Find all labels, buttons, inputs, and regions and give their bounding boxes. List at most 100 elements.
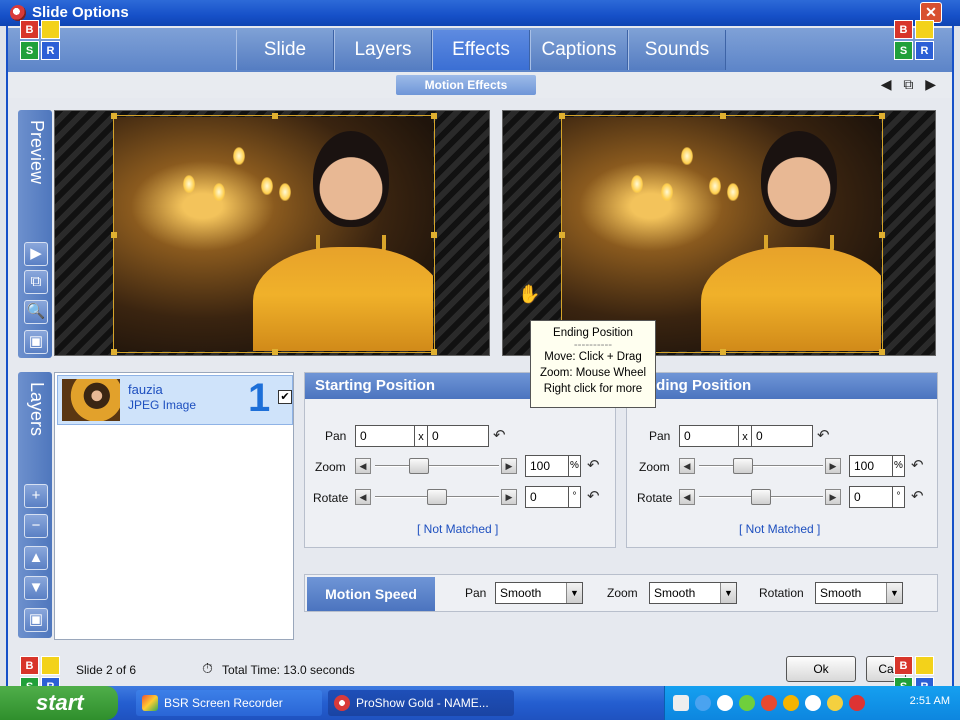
tab-slide[interactable]: Slide	[236, 30, 334, 70]
tab-captions[interactable]: Captions	[530, 30, 628, 70]
tab-sounds[interactable]: Sounds	[628, 30, 726, 70]
pan-y-field[interactable]: 0	[427, 425, 489, 447]
zoom-slider[interactable]	[733, 458, 754, 474]
motion-rotation-label: Rotation	[759, 586, 804, 600]
chevron-down-icon[interactable]: ▼	[886, 583, 902, 603]
add-icon[interactable]: +	[24, 484, 48, 508]
rotate-slider[interactable]	[751, 489, 771, 505]
total-time: Total Time: 13.0 seconds	[222, 663, 355, 677]
zoom-left-arrow[interactable]: ◀	[355, 458, 371, 474]
chevron-down-icon[interactable]: ▼	[566, 583, 582, 603]
bsr-app-icon	[142, 695, 158, 711]
tab-layers[interactable]: Layers	[334, 30, 432, 70]
zoom-label: Zoom	[315, 460, 346, 474]
zoom-field[interactable]: 100	[849, 455, 893, 477]
layer-item[interactable]: fauzia JPEG Image 1 ✔	[57, 375, 293, 425]
layer-edit-icon[interactable]: ▣	[24, 608, 48, 632]
rotate-field[interactable]: 0	[525, 486, 569, 508]
undo-icon[interactable]: ↶	[493, 428, 509, 444]
crop-icon[interactable]: ⧉	[24, 270, 48, 294]
pan-separator: x	[415, 425, 427, 447]
move-down-icon[interactable]: ▼	[24, 576, 48, 600]
edit-icon[interactable]: ▣	[24, 330, 48, 354]
ending-position-header: Ending Position	[627, 373, 937, 399]
help-icon[interactable]	[673, 695, 689, 711]
starting-preview[interactable]	[54, 110, 490, 356]
zoom-label: Zoom	[639, 460, 670, 474]
tray-icon[interactable]	[761, 695, 777, 711]
pan-y-field[interactable]: 0	[751, 425, 813, 447]
task-bsr-recorder[interactable]: BSR Screen Recorder	[136, 690, 322, 716]
motion-zoom-select[interactable]: Smooth ▼	[649, 582, 737, 604]
rotate-left-arrow[interactable]: ◀	[679, 489, 695, 505]
start-frame[interactable]	[111, 113, 437, 355]
pan-label: Pan	[649, 429, 671, 443]
motion-pan-label: Pan	[465, 586, 487, 600]
recorder-badge-top-right: B SR	[894, 20, 936, 62]
taskbar: start BSR Screen Recorder ProShow Gold -…	[0, 686, 960, 720]
motion-rotation-select[interactable]: Smooth ▼	[815, 582, 903, 604]
ok-button[interactable]: Ok	[786, 656, 856, 682]
zoom-field[interactable]: 100	[525, 455, 569, 477]
tooltip-separator: ----------	[573, 339, 613, 351]
undo-icon[interactable]: ↶	[587, 458, 603, 474]
tray-icon[interactable]	[783, 695, 799, 711]
pan-separator: x	[739, 425, 751, 447]
zoom-left-arrow[interactable]: ◀	[679, 458, 695, 474]
undo-icon[interactable]: ↶	[911, 489, 927, 505]
match-status[interactable]: [ Not Matched ]	[417, 522, 498, 536]
tab-strip: Slide Layers Effects Captions Sounds	[8, 28, 952, 72]
hand-cursor-icon: ✋	[518, 284, 541, 304]
proshow-app-icon	[334, 695, 350, 711]
tooltip-line: Move: Click + Drag	[544, 351, 642, 363]
ending-position-tooltip: Ending Position ---------- Move: Click +…	[530, 320, 656, 408]
match-status[interactable]: [ Not Matched ]	[739, 522, 820, 536]
status-bar: Slide 2 of 6 ⏱ Total Time: 13.0 seconds …	[8, 654, 952, 686]
slide-nav-arrows-icon[interactable]: ◀ ⧉ ▶	[881, 76, 940, 93]
zoom-slider[interactable]	[409, 458, 430, 474]
tray-icon[interactable]	[805, 695, 821, 711]
play-icon[interactable]: ▶	[24, 242, 48, 266]
rotate-left-arrow[interactable]: ◀	[355, 489, 371, 505]
tray-icon[interactable]	[739, 695, 755, 711]
proshow-app-icon	[10, 5, 26, 21]
rotate-unit: °	[893, 486, 905, 508]
subtab-motion-effects[interactable]: Motion Effects	[396, 75, 536, 95]
motion-pan-select[interactable]: Smooth ▼	[495, 582, 583, 604]
layers-sidebar: Layers + − ▲ ▼ ▣	[18, 372, 52, 638]
start-button[interactable]: start	[0, 686, 118, 720]
tab-effects[interactable]: Effects	[432, 30, 530, 70]
remove-icon[interactable]: −	[24, 514, 48, 538]
layer-number: 1	[248, 376, 271, 420]
undo-icon[interactable]: ↶	[911, 458, 927, 474]
pan-x-field[interactable]: 0	[679, 425, 739, 447]
pan-x-field[interactable]: 0	[355, 425, 415, 447]
rotate-right-arrow[interactable]: ▶	[825, 489, 841, 505]
pan-label: Pan	[325, 429, 347, 443]
system-tray: 2:51 AM	[664, 686, 960, 720]
move-up-icon[interactable]: ▲	[24, 546, 48, 570]
zoom-icon[interactable]: 🔍	[24, 300, 48, 324]
rotate-field[interactable]: 0	[849, 486, 893, 508]
motion-speed-label: Motion Speed	[307, 577, 435, 611]
tray-icon[interactable]	[695, 695, 711, 711]
rotate-slider[interactable]	[427, 489, 447, 505]
end-frame[interactable]	[559, 113, 885, 355]
rotate-right-arrow[interactable]: ▶	[501, 489, 517, 505]
zoom-unit: %	[569, 455, 581, 477]
tray-icon[interactable]	[717, 695, 733, 711]
undo-icon[interactable]: ↶	[587, 489, 603, 505]
chevron-down-icon[interactable]: ▼	[720, 583, 736, 603]
zoom-unit: %	[893, 455, 905, 477]
tray-icon[interactable]	[849, 695, 865, 711]
tooltip-line: Right click for more	[543, 383, 643, 395]
zoom-right-arrow[interactable]: ▶	[825, 458, 841, 474]
zoom-right-arrow[interactable]: ▶	[501, 458, 517, 474]
undo-icon[interactable]: ↶	[817, 428, 833, 444]
layer-checkbox[interactable]: ✔	[278, 390, 292, 404]
layers-list: fauzia JPEG Image 1 ✔	[54, 372, 294, 640]
tray-icon[interactable]	[827, 695, 843, 711]
preview-sidebar: Preview ▶ ⧉ 🔍 ▣	[18, 110, 52, 358]
window-title: Slide Options	[32, 4, 129, 21]
task-proshow-gold[interactable]: ProShow Gold - NAME...	[328, 690, 514, 716]
